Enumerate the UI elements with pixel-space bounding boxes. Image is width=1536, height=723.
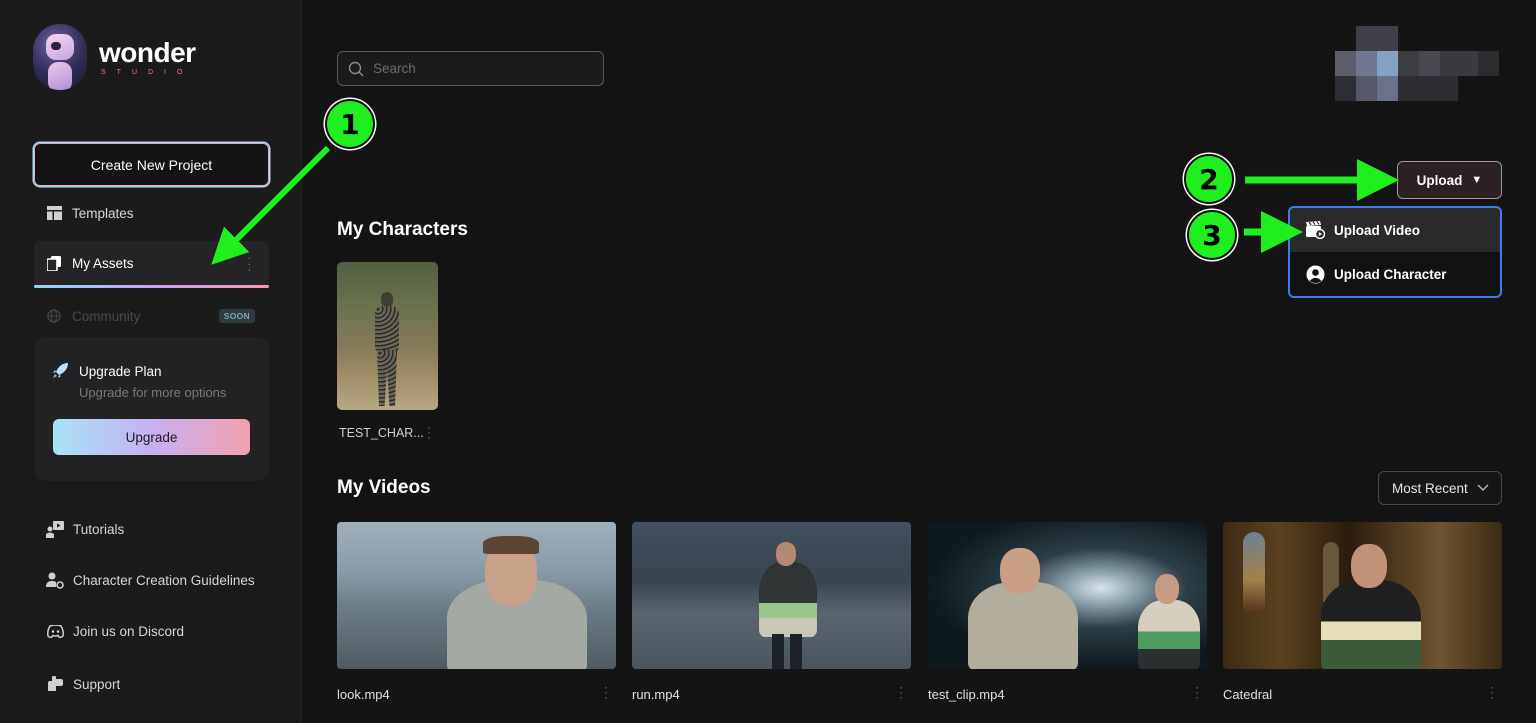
upgrade-button[interactable]: Upgrade [53,419,250,455]
tutorial-icon [46,520,64,538]
sidebar-item-community: Community SOON [34,294,269,338]
sort-dropdown-label: Most Recent [1392,480,1468,496]
sidebar-item-tutorials[interactable]: Tutorials [46,520,124,538]
upload-button-label: Upload [1416,172,1463,188]
robot-logo-icon [33,24,87,90]
sidebar-item-label: My Assets [72,255,134,271]
rocket-icon [52,362,69,384]
upgrade-plan-subtitle: Upgrade for more options [79,385,227,400]
layout-icon [46,205,62,221]
sidebar-item-templates[interactable]: Templates [34,191,269,235]
sidebar-item-label: Tutorials [73,521,125,537]
more-options-icon[interactable]: · · · [1195,681,1199,703]
upload-video-label: Upload Video [1334,222,1421,238]
upgrade-plan-card: Upgrade Plan Upgrade for more options Up… [34,337,269,481]
my-characters-heading: My Characters [337,219,468,240]
user-avatar[interactable] [1335,26,1499,101]
sidebar-item-label: Templates [72,205,134,221]
sidebar: wonder STUDIO Create New Project Templat… [0,0,302,723]
search-icon [348,61,364,77]
sidebar-item-label: Support [73,676,121,692]
more-options-icon[interactable]: · · · [247,250,252,276]
user-settings-icon [46,571,64,589]
more-options-icon[interactable]: · · · [899,681,903,703]
sidebar-item-discord[interactable]: Join us on Discord [46,622,184,640]
annotation-step-1: 1 [325,99,375,149]
video-name: run.mp4 [632,687,680,702]
search-input[interactable] [373,61,573,76]
app-logo[interactable]: wonder STUDIO [33,24,196,90]
video-name: look.mp4 [337,687,390,702]
annotation-step-2: 2 [1184,154,1234,204]
my-videos-heading: My Videos [337,477,431,498]
more-options-icon[interactable]: · · · [427,421,431,443]
character-name: TEST_CHAR... [339,426,424,440]
upload-button[interactable]: Upload ▼ [1397,161,1502,199]
soon-badge: SOON [218,309,255,323]
upload-dropdown-menu: Upload Video Upload Character [1288,206,1502,298]
video-name: test_clip.mp4 [928,687,1005,702]
logo-subtitle: STUDIO [101,68,194,76]
support-icon [46,675,64,693]
globe-icon [46,308,62,324]
sidebar-item-label: Join us on Discord [73,623,185,639]
more-options-icon[interactable]: · · · [1490,681,1494,703]
create-new-project-button[interactable]: Create New Project [34,143,269,186]
copy-icon [46,255,62,271]
video-thumbnail[interactable] [632,522,911,669]
sidebar-item-label: Community [72,308,141,324]
upload-character-label: Upload Character [1334,266,1447,282]
sidebar-item-support[interactable]: Support [46,675,120,693]
upgrade-plan-title: Upgrade Plan [79,364,162,379]
video-thumbnail[interactable] [337,522,616,669]
video-thumbnail[interactable] [928,522,1207,669]
active-indicator [34,285,269,288]
sidebar-item-character-guidelines[interactable]: Character Creation Guidelines [46,571,255,589]
sort-dropdown[interactable]: Most Recent [1378,471,1502,505]
logo-wordmark: wonder [99,36,196,68]
character-thumbnail[interactable] [337,262,438,410]
more-options-icon[interactable]: · · · [604,681,608,703]
caret-down-icon: ▼ [1471,174,1483,186]
search-bar[interactable] [337,51,604,86]
upload-character-menu-item[interactable]: Upload Character [1290,252,1500,296]
user-circle-icon [1306,265,1325,284]
annotation-step-3: 3 [1187,210,1237,260]
clapperboard-icon [1306,220,1326,240]
discord-icon [46,622,64,640]
video-thumbnail[interactable] [1223,522,1502,669]
sidebar-item-my-assets[interactable]: My Assets · · · [34,241,269,288]
chevron-down-icon [1477,481,1489,493]
upload-video-menu-item[interactable]: Upload Video [1290,208,1500,252]
video-name: Catedral [1223,687,1273,702]
sidebar-item-label: Character Creation Guidelines [73,572,255,588]
